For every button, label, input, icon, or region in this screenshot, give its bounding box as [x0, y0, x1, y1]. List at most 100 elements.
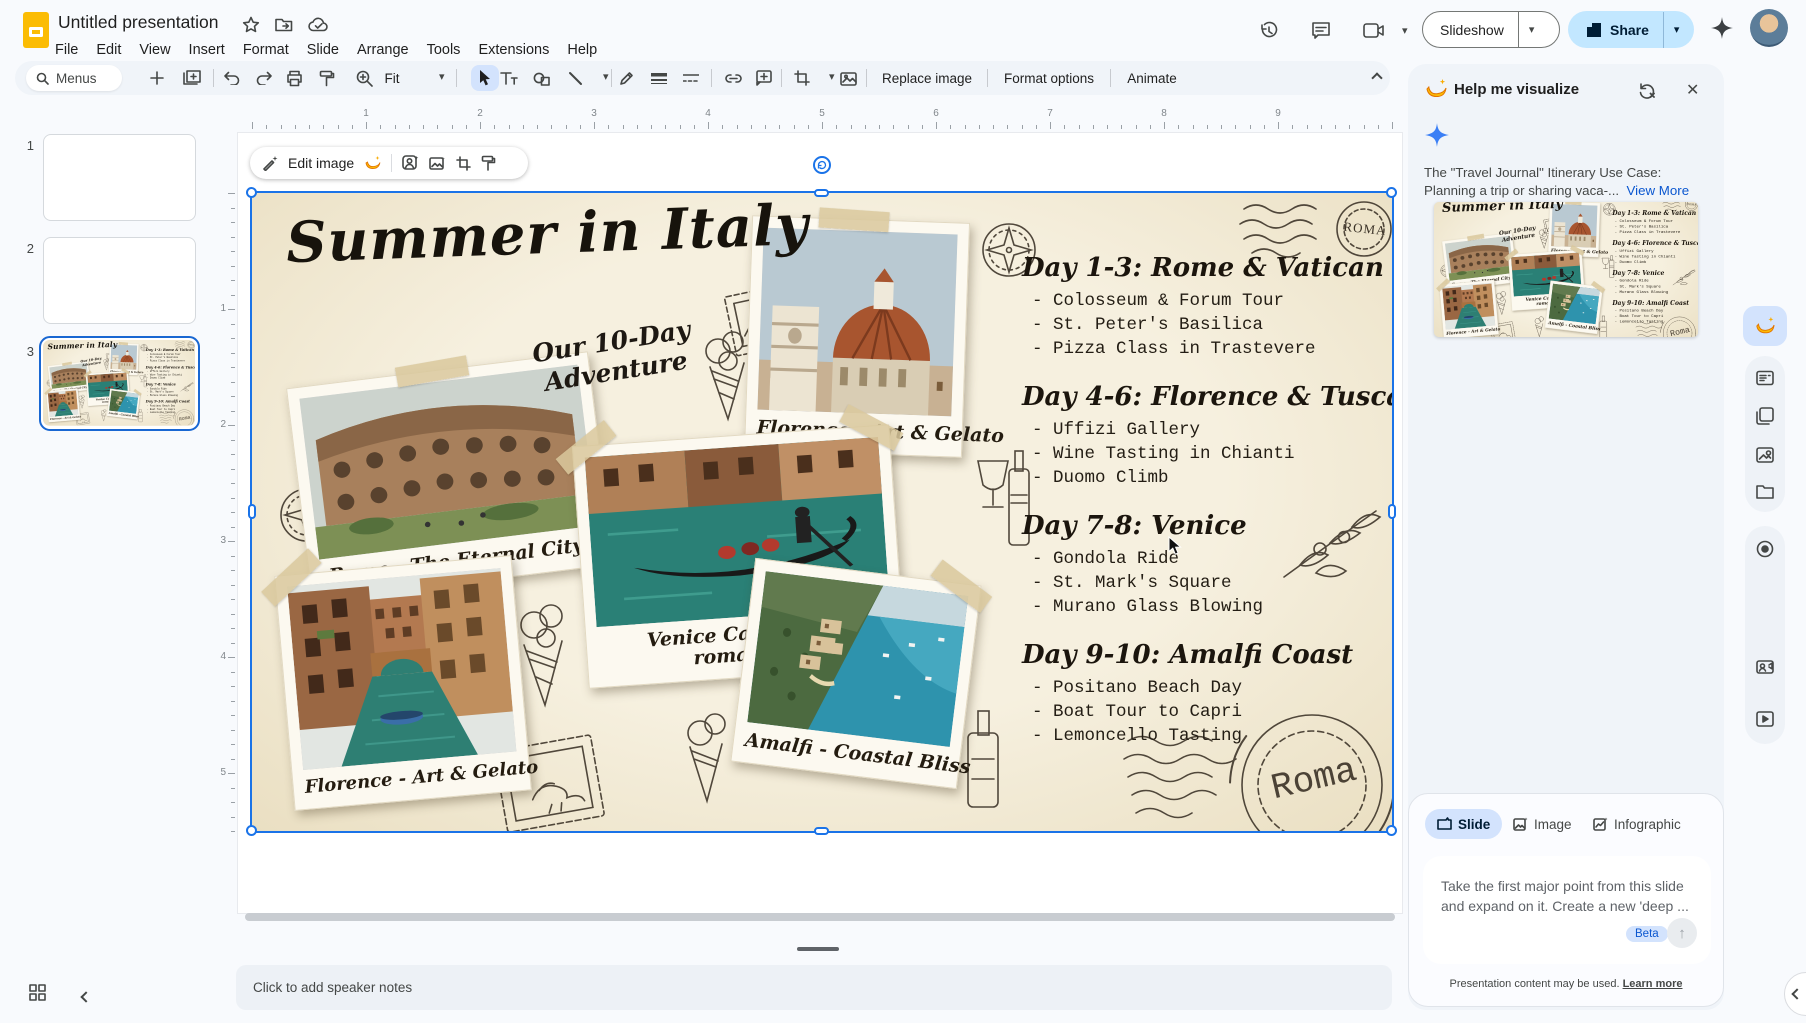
speaker-notes-input[interactable]: Click to add speaker notes [236, 965, 1392, 1010]
recolor-icon[interactable] [481, 155, 496, 171]
layouts-icon[interactable] [1756, 407, 1774, 425]
add-comment-button[interactable] [753, 61, 775, 95]
animate-button[interactable]: Animate [1122, 61, 1182, 95]
slide-canvas[interactable]: Summer in Italy Our 10-Day Adventure ROM… [1434, 202, 1698, 337]
select-tool-button[interactable] [471, 65, 499, 91]
crop-button[interactable] [791, 61, 813, 95]
resize-handle-se[interactable] [1386, 825, 1397, 836]
share-caret-icon[interactable]: ▾ [1674, 23, 1680, 36]
play-icon[interactable] [1756, 710, 1774, 728]
polaroid-amalfi[interactable]: Amalfi - Coastal Bliss [730, 558, 981, 789]
slide-thumbnail-3[interactable]: Summer in Italy Our 10-Day Adventure ROM… [39, 336, 200, 431]
version-history-icon[interactable] [1259, 21, 1279, 41]
print-button[interactable] [283, 61, 305, 95]
move-folder-icon[interactable] [275, 17, 294, 33]
menu-insert[interactable]: Insert [180, 40, 234, 60]
textbox-tool-button[interactable] [497, 61, 521, 95]
share-button[interactable]: Share ▾ [1568, 11, 1694, 48]
line-tool-button[interactable] [564, 61, 586, 95]
resize-handle-ne[interactable] [1386, 187, 1397, 198]
rotate-handle[interactable] [813, 156, 831, 174]
crop-caret-icon[interactable]: ▾ [829, 70, 835, 83]
undo-button[interactable] [221, 61, 243, 95]
slide-canvas[interactable]: Summer in Italy Our 10-Day Adventure ROM… [252, 193, 1392, 831]
menu-help[interactable]: Help [558, 40, 606, 60]
suggestion-thumbnail[interactable]: Summer in Italy Our 10-Day Adventure ROM… [1434, 202, 1698, 337]
shape-tool-button[interactable] [529, 61, 553, 95]
edit-image-label[interactable]: Edit image [288, 155, 354, 171]
view-more-link[interactable]: View More [1627, 183, 1690, 198]
menus-search-button[interactable]: Menus [26, 65, 122, 91]
account-avatar[interactable] [1750, 9, 1788, 47]
gemini-spark-icon[interactable] [1710, 16, 1734, 40]
close-panel-icon[interactable]: ✕ [1686, 80, 1699, 100]
polaroid-street[interactable]: Florence - Art & Gelato [1439, 280, 1499, 337]
format-options-button[interactable]: Format options [999, 61, 1099, 95]
resize-handle-e[interactable] [1388, 504, 1396, 519]
redo-button[interactable] [253, 61, 275, 95]
grid-view-icon[interactable] [28, 983, 47, 1002]
replace-image-button[interactable]: Replace image [879, 61, 975, 95]
crop-icon[interactable] [456, 156, 471, 171]
polaroid-amalfi[interactable]: Amalfi - Coastal Bliss [1545, 281, 1603, 335]
collapse-toolbar-button[interactable] [1365, 61, 1389, 95]
camera-caret-icon[interactable]: ▾ [1402, 24, 1408, 37]
cloud-saved-icon[interactable] [308, 17, 329, 33]
meet-camera-icon[interactable] [1363, 23, 1385, 38]
slide-thumbnail-2[interactable] [43, 237, 196, 324]
new-slide-layout-button[interactable] [181, 61, 203, 95]
tab-infographic[interactable]: Infographic [1581, 809, 1693, 839]
portrait-effects-icon[interactable] [402, 155, 419, 171]
tab-slide[interactable]: Slide [1425, 809, 1502, 839]
border-dash-button[interactable] [680, 61, 702, 95]
menu-view[interactable]: View [130, 40, 179, 60]
menu-arrange[interactable]: Arrange [348, 40, 418, 60]
mask-image-button[interactable] [837, 61, 859, 95]
outline-icon[interactable] [1756, 369, 1774, 387]
pen-color-button[interactable] [615, 61, 637, 95]
comments-icon[interactable] [1311, 21, 1331, 40]
menu-format[interactable]: Format [234, 40, 298, 60]
resize-handle-w[interactable] [248, 504, 256, 519]
resize-handle-s[interactable] [814, 827, 829, 835]
slide-editor-host[interactable]: Summer in Italy Our 10-Day Adventure ROM… [252, 193, 1392, 831]
polaroid-street[interactable]: Florence - Art & Gelato [46, 388, 80, 422]
document-title[interactable]: Untitled presentation [58, 12, 219, 33]
menu-extensions[interactable]: Extensions [469, 40, 558, 60]
collapse-filmstrip-button[interactable] [82, 988, 90, 1006]
polaroid-amalfi[interactable]: Amalfi - Coastal Bliss [107, 389, 141, 420]
new-slide-button[interactable] [147, 61, 167, 95]
tab-image[interactable]: Image [1501, 809, 1584, 839]
record-icon[interactable] [1756, 540, 1774, 558]
send-prompt-button[interactable]: ↑ [1667, 918, 1697, 948]
zoom-button[interactable] [353, 61, 375, 95]
menu-file[interactable]: File [46, 40, 87, 60]
resize-handle-sw[interactable] [246, 825, 257, 836]
slide-thumbnail-1[interactable] [43, 134, 196, 221]
paint-format-button[interactable] [316, 61, 338, 95]
refresh-icon[interactable] [1637, 80, 1657, 100]
prompt-input[interactable]: Take the first major point from this sli… [1423, 856, 1711, 964]
zoom-select[interactable]: Fit [377, 61, 407, 95]
border-weight-button[interactable] [648, 61, 670, 95]
resize-handle-nw[interactable] [246, 187, 257, 198]
menu-slide[interactable]: Slide [298, 40, 348, 60]
menu-edit[interactable]: Edit [87, 40, 130, 60]
image-search-icon[interactable] [1756, 446, 1774, 464]
polaroid-street[interactable]: Florence - Art & Gelato [274, 555, 532, 811]
notes-resize-handle[interactable] [797, 947, 839, 951]
folder-icon[interactable] [1756, 483, 1774, 501]
replace-image-icon[interactable] [429, 156, 446, 171]
menu-tools[interactable]: Tools [418, 40, 470, 60]
horizontal-scrollbar[interactable] [245, 913, 1395, 921]
line-caret-icon[interactable]: ▾ [603, 70, 609, 83]
resize-handle-n[interactable] [814, 189, 829, 197]
speaker-video-icon[interactable] [1756, 658, 1774, 676]
slideshow-caret-icon[interactable]: ▾ [1529, 23, 1535, 36]
zoom-caret-icon[interactable]: ▾ [439, 70, 445, 83]
slideshow-button[interactable]: Slideshow ▾ [1422, 11, 1560, 48]
insert-link-button[interactable] [722, 61, 744, 95]
slide-canvas[interactable]: Summer in Italy Our 10-Day Adventure ROM… [43, 340, 195, 425]
expand-rail-button[interactable] [1784, 972, 1806, 1016]
learn-more-link[interactable]: Learn more [1623, 978, 1683, 990]
